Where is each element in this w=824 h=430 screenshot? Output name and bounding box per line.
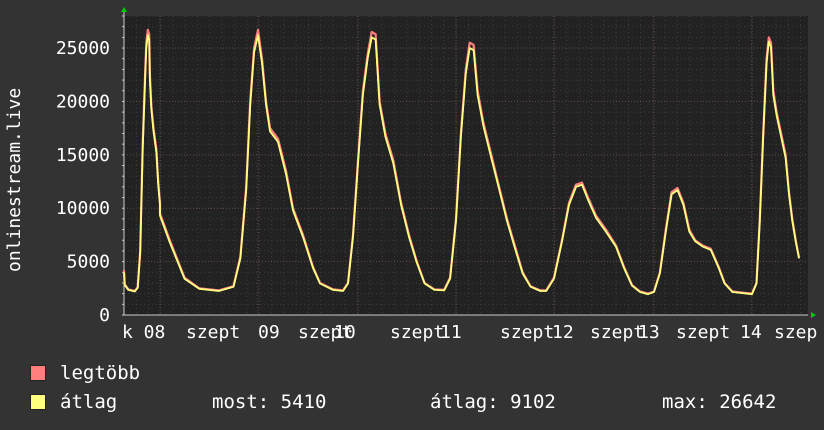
y-axis-arrow xyxy=(121,7,127,12)
stat-avg-label: átlag: xyxy=(430,391,499,413)
x-tick-label: 13 xyxy=(638,322,660,343)
y-axis-label: onlinestream.live xyxy=(4,88,25,272)
x-tick-label: 09 xyxy=(258,322,280,343)
stat-max-label: max: xyxy=(662,391,708,413)
stat-now: most: 5410 xyxy=(212,391,326,413)
legend-label-avg: átlag xyxy=(60,391,118,413)
x-tick-label: szept xyxy=(500,322,554,343)
y-tick-label: 5000 xyxy=(67,252,110,273)
x-tick-label: 14 xyxy=(740,322,762,343)
stat-avg: átlag: 9102 xyxy=(430,391,556,413)
x-tick-label: szept xyxy=(676,322,730,343)
stat-now-label: most: xyxy=(212,391,270,413)
stat-avg-value: 9102 xyxy=(510,391,556,413)
stat-now-value: 5410 xyxy=(280,391,327,413)
y-tick-label: 15000 xyxy=(56,145,110,166)
legend-swatch-max xyxy=(30,365,46,381)
x-tick-label: szept xyxy=(590,322,644,343)
x-tick-label: szept xyxy=(390,322,444,343)
legend-label-max: legtöbb xyxy=(60,362,141,384)
y-tick-label: 25000 xyxy=(56,38,110,59)
stat-max: max: 26642 xyxy=(662,391,776,413)
legend-swatch-avg xyxy=(30,394,46,410)
x-tick-labels: k 08 szept 09 szept10 szept11 szept12 szept13 s… xyxy=(122,322,817,343)
y-tick-label: 0 xyxy=(99,305,110,326)
y-tick-label: 10000 xyxy=(56,198,110,219)
legend-item-max: legtöbb xyxy=(30,362,140,384)
x-tick-label: szept xyxy=(186,322,240,343)
x-tick-label: 11 xyxy=(440,322,462,343)
y-tick-labels: 0 5000 10000 15000 20000 25000 xyxy=(56,38,110,326)
x-tick-label: 10 xyxy=(334,322,356,343)
x-tick-label: szep xyxy=(774,322,817,343)
y-tick-label: 20000 xyxy=(56,91,110,112)
x-tick-label: k 08 xyxy=(122,322,165,343)
x-axis-arrow xyxy=(811,312,816,318)
legend-item-avg: átlag xyxy=(30,391,117,413)
stat-max-value: 26642 xyxy=(719,391,777,413)
x-tick-label: 12 xyxy=(552,322,574,343)
